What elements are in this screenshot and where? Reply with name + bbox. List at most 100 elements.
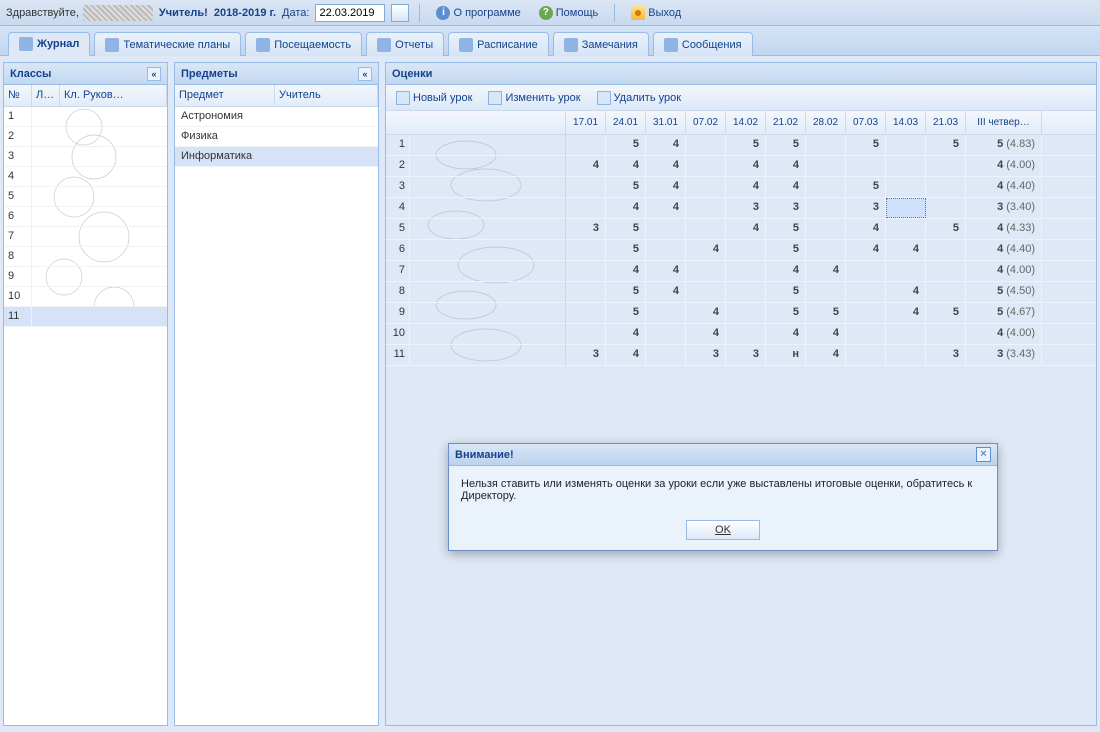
student-row[interactable]: 3 — [386, 177, 565, 198]
grade-cell[interactable]: 5 — [766, 303, 806, 323]
grade-cell[interactable]: 4 — [646, 177, 686, 197]
grade-cell[interactable] — [686, 156, 726, 176]
student-row[interactable]: 7 — [386, 261, 565, 282]
quarter-cell[interactable]: 4 (4.00) — [966, 156, 1042, 176]
grade-cell[interactable] — [646, 240, 686, 260]
collapse-icon[interactable]: « — [358, 67, 372, 81]
grade-cell[interactable] — [566, 282, 606, 302]
class-row[interactable]: 9 — [4, 267, 167, 287]
grade-cell[interactable] — [566, 261, 606, 281]
grade-cell[interactable]: 4 — [886, 303, 926, 323]
grade-cell[interactable]: 5 — [846, 177, 886, 197]
grade-cell[interactable] — [886, 135, 926, 155]
tab-Расписание[interactable]: Расписание — [448, 32, 549, 56]
collapse-icon[interactable]: « — [147, 67, 161, 81]
grade-cell[interactable]: 3 — [726, 345, 766, 365]
grade-cell[interactable] — [566, 135, 606, 155]
class-row[interactable]: 10 — [4, 287, 167, 307]
grade-cell[interactable]: 5 — [766, 282, 806, 302]
subject-row[interactable]: Физика — [175, 127, 378, 147]
grade-cell[interactable]: 5 — [766, 219, 806, 239]
tab-Отчеты[interactable]: Отчеты — [366, 32, 444, 56]
grade-cell[interactable]: 4 — [886, 282, 926, 302]
grade-cell[interactable] — [806, 177, 846, 197]
quarter-cell[interactable]: 5 (4.67) — [966, 303, 1042, 323]
student-row[interactable]: 9 — [386, 303, 565, 324]
class-row[interactable]: 5 — [4, 187, 167, 207]
grade-cell[interactable] — [566, 324, 606, 344]
grade-cell[interactable]: 4 — [606, 345, 646, 365]
date-header[interactable]: 17.01 — [566, 111, 606, 134]
tab-Тематические планы[interactable]: Тематические планы — [94, 32, 241, 56]
grade-cell[interactable]: 4 — [726, 156, 766, 176]
grade-cell[interactable]: 5 — [926, 135, 966, 155]
grade-cell[interactable]: 5 — [806, 303, 846, 323]
grade-cell[interactable]: 5 — [766, 240, 806, 260]
grade-cell[interactable] — [686, 261, 726, 281]
grade-cell[interactable] — [926, 261, 966, 281]
class-row[interactable]: 8 — [4, 247, 167, 267]
date-header[interactable]: 21.02 — [766, 111, 806, 134]
date-header[interactable]: 21.03 — [926, 111, 966, 134]
date-header[interactable]: 28.02 — [806, 111, 846, 134]
grade-cell[interactable]: 4 — [806, 261, 846, 281]
grade-cell[interactable] — [726, 261, 766, 281]
date-header[interactable]: 14.02 — [726, 111, 766, 134]
grade-cell[interactable] — [726, 240, 766, 260]
subject-row[interactable]: Информатика — [175, 147, 378, 167]
grade-cell[interactable]: 4 — [686, 324, 726, 344]
col-teacher[interactable]: Учитель — [275, 85, 378, 106]
grade-cell[interactable] — [646, 303, 686, 323]
grade-cell[interactable] — [726, 303, 766, 323]
grade-cell[interactable]: 4 — [606, 198, 646, 218]
grade-cell[interactable] — [566, 198, 606, 218]
grade-cell[interactable]: 5 — [606, 135, 646, 155]
student-row[interactable]: 11 — [386, 345, 565, 366]
grade-cell[interactable]: 5 — [926, 303, 966, 323]
student-row[interactable]: 4 — [386, 198, 565, 219]
grade-cell[interactable]: 4 — [726, 177, 766, 197]
student-row[interactable]: 8 — [386, 282, 565, 303]
col-num[interactable]: № — [4, 85, 32, 106]
ok-button[interactable]: OK — [686, 520, 760, 540]
date-header[interactable]: 24.01 — [606, 111, 646, 134]
grade-cell[interactable]: 4 — [766, 156, 806, 176]
grade-cell[interactable] — [806, 240, 846, 260]
quarter-cell[interactable]: 3 (3.40) — [966, 198, 1042, 218]
grade-cell[interactable]: 3 — [846, 198, 886, 218]
grade-cell[interactable]: 4 — [646, 135, 686, 155]
date-header[interactable]: 14.03 — [886, 111, 926, 134]
tab-Сообщения[interactable]: Сообщения — [653, 32, 753, 56]
grade-cell[interactable] — [806, 219, 846, 239]
grade-cell[interactable]: 4 — [726, 219, 766, 239]
grade-cell[interactable]: 5 — [606, 282, 646, 302]
grade-cell[interactable] — [846, 282, 886, 302]
grade-cell[interactable]: 3 — [686, 345, 726, 365]
class-row[interactable]: 2 — [4, 127, 167, 147]
class-row[interactable]: 7 — [4, 227, 167, 247]
class-row[interactable]: 11 — [4, 307, 167, 327]
grade-cell[interactable] — [646, 324, 686, 344]
class-row[interactable]: 4 — [4, 167, 167, 187]
grade-cell[interactable] — [806, 282, 846, 302]
col-letter[interactable]: Л… — [32, 85, 60, 106]
grade-cell[interactable]: 5 — [766, 135, 806, 155]
grade-cell[interactable]: 4 — [806, 324, 846, 344]
grade-cell[interactable] — [886, 261, 926, 281]
student-row[interactable]: 6 — [386, 240, 565, 261]
grade-cell[interactable] — [886, 219, 926, 239]
grade-cell[interactable] — [926, 156, 966, 176]
quarter-header[interactable]: III четвер… — [966, 111, 1042, 134]
grade-cell[interactable]: 3 — [926, 345, 966, 365]
calendar-button[interactable] — [391, 4, 409, 22]
grade-cell[interactable]: н — [766, 345, 806, 365]
grade-cell[interactable]: 4 — [646, 156, 686, 176]
student-row[interactable]: 1 — [386, 135, 565, 156]
tab-Замечания[interactable]: Замечания — [553, 32, 649, 56]
grade-cell[interactable]: 5 — [726, 135, 766, 155]
grade-cell[interactable]: 4 — [686, 303, 726, 323]
grade-cell[interactable]: 3 — [566, 219, 606, 239]
grade-cell[interactable] — [686, 219, 726, 239]
col-ruk[interactable]: Кл. Руков… — [60, 85, 167, 106]
grade-cell[interactable] — [926, 240, 966, 260]
